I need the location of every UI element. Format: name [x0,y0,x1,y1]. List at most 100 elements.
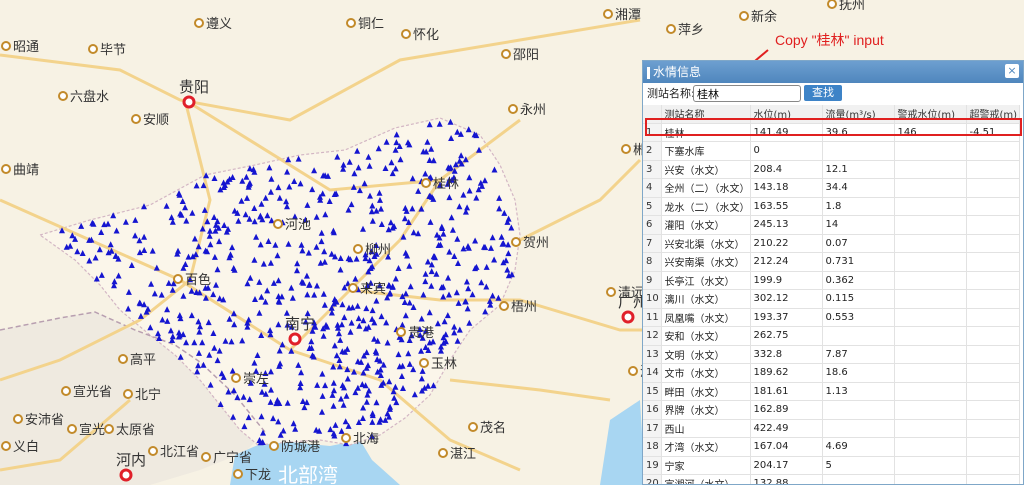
table-row[interactable]: 9 长亭江（水文） 199.9 0.362 [643,271,1020,290]
table-row[interactable]: 15 畔田（水文） 181.61 1.13 [643,382,1020,401]
water-data-table: 测站名称 水位(m) 流量(m³/s) 警戒水位(m) 超警戒(m) 1 桂林 141.49… [643,105,1020,484]
table-cell [894,215,967,235]
row-index-cell: 15 [643,382,662,401]
table-cell: 安和（水文） [661,326,751,346]
table-cell [966,474,1020,484]
table-row[interactable]: 19 宁家 204.17 5 [643,456,1020,475]
table-cell [822,141,895,161]
city-dot-icon [269,441,279,451]
city-dot-icon [67,424,77,434]
table-cell: 262.75 [750,326,823,346]
city-label: 百色 [185,272,211,288]
table-row[interactable]: 7 兴安北渠（水文） 210.22 0.07 [643,234,1020,253]
table-cell: 文市（水文） [661,363,751,383]
city-label: 贵港 [408,326,434,341]
city-dot-icon [628,366,638,376]
table-row[interactable]: 4 全州（二）（水文） 143.18 34.4 [643,178,1020,198]
column-header[interactable]: 警戒水位(m) [894,105,967,124]
table-cell: 181.61 [750,382,823,401]
city-label: 北海 [353,432,379,447]
table-cell: 212.24 [750,252,823,272]
table-row[interactable]: 20宣湘河（水文）132.88 [643,474,1020,484]
city-label: 湘潭 [615,8,641,23]
table-row[interactable]: 18 才湾（水文） 167.04 4.69 [643,437,1020,457]
city-label: 广宁省 [213,450,252,466]
city-label: 永州 [520,103,546,118]
station-name-input[interactable] [693,85,801,102]
table-cell: 5 [822,456,895,475]
table-cell: 0.07 [822,234,895,253]
station-search-bar: 测站名称: 查找 [643,83,1023,105]
table-row[interactable]: 11 凤凰嘴（水文） 193.37 0.553 [643,308,1020,327]
table-row[interactable]: 8 兴安南渠（水文） 212.24 0.731 [643,252,1020,272]
table-cell: 422.49 [750,419,823,438]
table-row[interactable]: 13 文明（水文） 332.8 7.87 [643,345,1020,364]
table-cell: 146 [894,123,967,142]
table-row[interactable]: 10 漓川（水文） 302.12 0.115 [643,289,1020,309]
table-cell: 199.9 [750,271,823,290]
city-label: 崇左 [243,372,269,387]
city-label: 萍乡 [678,23,704,38]
table-cell: 332.8 [750,345,823,364]
city-label: 梧州 [511,300,537,315]
table-cell: 167.04 [750,437,823,457]
table-row[interactable]: 2 下塞水库 0 [643,141,1020,161]
city-dot-icon [421,178,431,188]
table-row[interactable]: 12 安和（水文） 262.75 [643,326,1020,346]
city-dot-icon [119,468,133,482]
close-icon[interactable]: × [1005,64,1019,78]
search-button[interactable]: 查找 [804,85,842,101]
city-dot-icon [499,301,509,311]
table-cell [966,382,1020,401]
column-header[interactable]: 测站名称 [661,105,751,124]
column-header[interactable] [643,105,662,124]
column-header[interactable]: 流量(m³/s) [822,105,895,124]
city-dot-icon [148,446,158,456]
city-dot-icon [511,237,521,247]
table-cell: 14 [822,215,895,235]
table-cell: 文明（水文） [661,345,751,364]
city-label: 邵阳 [513,48,539,63]
city-dot-icon [827,0,837,9]
city-label: 河池 [285,218,311,233]
table-cell [966,252,1020,272]
city-label: 高平 [130,352,156,368]
city-dot-icon [194,18,204,28]
table-cell: 39.6 [822,123,895,142]
table-row[interactable]: 14 文市（水文） 189.62 18.6 [643,363,1020,383]
city-dot-icon [233,469,243,479]
table-cell [966,326,1020,346]
city-label: 玉林 [431,357,457,372]
city-label: 毕节 [100,43,126,58]
table-row[interactable]: 3 兴安（水文） 208.4 12.1 [643,160,1020,179]
table-cell [894,234,967,253]
city-dot-icon [348,283,358,293]
table-row[interactable]: 6 灌阳（水文） 245.13 14 [643,215,1020,235]
table-cell: 141.49 [750,123,823,142]
table-row[interactable]: 1 桂林 141.49 39.6 146 -4.51 [643,123,1020,142]
column-header[interactable]: 超警戒(m) [966,105,1020,124]
table-cell: 132.88 [750,474,823,484]
column-header[interactable]: 水位(m) [750,105,823,124]
row-index-cell: 11 [643,308,662,327]
table-cell: 4.69 [822,437,895,457]
station-search-label: 测站名称: [647,87,695,100]
row-index-cell: 18 [643,437,662,457]
title-marker-icon [647,66,650,79]
city-label: 北江省 [160,445,199,460]
city-label: 贵阳 [179,78,209,96]
table-row[interactable]: 17 西山 422.49 [643,419,1020,438]
table-cell [894,382,967,401]
city-dot-icon [288,332,302,346]
row-index-cell: 1 [643,123,662,142]
table-cell: 34.4 [822,178,895,198]
table-cell [966,437,1020,457]
table-cell: 193.37 [750,308,823,327]
table-cell [894,326,967,346]
table-cell: 189.62 [750,363,823,383]
table-row[interactable]: 16 界牌（水文） 162.89 [643,400,1020,420]
city-dot-icon [1,164,11,174]
table-cell: 兴安北渠（水文） [661,234,751,253]
table-cell: 下塞水库 [661,141,751,161]
table-row[interactable]: 5 龙水（二）（水文） 163.55 1.8 [643,197,1020,216]
